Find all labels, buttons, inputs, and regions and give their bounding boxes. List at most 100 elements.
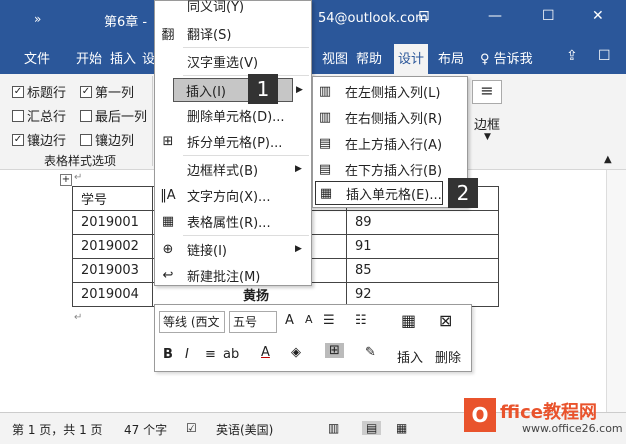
- vertical-scrollbar[interactable]: [606, 170, 626, 412]
- menu-item-text-direction[interactable]: ‖A 文字方向(X)...: [155, 183, 311, 207]
- paragraph-mark: ↵: [74, 312, 83, 323]
- menu-item-delete-cells[interactable]: 删除单元格(D)...: [155, 103, 311, 127]
- read-mode-icon[interactable]: ▥: [328, 421, 339, 435]
- option-first-column[interactable]: ✓ 第一列: [80, 82, 134, 101]
- share-icon[interactable]: ⇪: [566, 48, 578, 64]
- option-label: 最后一列: [95, 110, 148, 125]
- italic-button[interactable]: I: [185, 347, 189, 362]
- submenu-item-label: 在左侧插入列(L): [345, 85, 441, 101]
- bullets-icon[interactable]: ☰: [323, 313, 335, 328]
- shading-icon[interactable]: ◈: [291, 345, 301, 360]
- font-size-select[interactable]: 五号: [229, 311, 277, 333]
- document-title: 第6章 -: [104, 15, 148, 30]
- tab-help[interactable]: 帮助: [356, 48, 382, 67]
- delete-button[interactable]: 删除: [435, 347, 461, 366]
- submenu-arrow-icon: ▶: [295, 244, 302, 254]
- grow-font-button[interactable]: A: [285, 313, 294, 328]
- table-cell[interactable]: 2019003: [72, 258, 153, 283]
- table-cell[interactable]: 2019002: [72, 234, 153, 259]
- insert-cells-icon: ▦: [319, 185, 333, 201]
- minimize-button[interactable]: —: [488, 8, 502, 24]
- web-layout-icon[interactable]: ▦: [396, 421, 407, 435]
- submenu-insert-row-below[interactable]: ▤ 在下方插入行(B): [313, 157, 467, 181]
- insert-table-icon[interactable]: ▦: [401, 311, 416, 330]
- chevron-down-icon[interactable]: ▼: [484, 132, 491, 142]
- submenu-insert-column-left[interactable]: ▥ 在左侧插入列(L): [313, 79, 467, 103]
- tab-file[interactable]: 文件: [24, 48, 50, 67]
- watermark-url: www.office26.com: [522, 422, 623, 435]
- font-color-icon[interactable]: A: [261, 345, 270, 360]
- account-email[interactable]: 54@outlook.com: [318, 11, 428, 26]
- tab-table-design[interactable]: 设计: [394, 44, 429, 74]
- table-cell[interactable]: 2019004: [72, 282, 153, 307]
- delete-table-icon[interactable]: ⊠: [439, 311, 452, 330]
- insert-button[interactable]: 插入: [397, 347, 423, 366]
- ribbon-display-icon[interactable]: ⊡: [418, 8, 430, 24]
- menu-item-link[interactable]: ⊕ 链接(I) ▶: [155, 237, 311, 261]
- bold-button[interactable]: B: [163, 347, 173, 362]
- submenu-insert-column-right[interactable]: ▥ 在右侧插入列(R): [313, 105, 467, 129]
- menu-item-new-comment[interactable]: ↩ 新建批注(M): [155, 263, 311, 287]
- table-cell[interactable]: 92: [346, 282, 499, 307]
- submenu-item-label: 在下方插入行(B): [345, 163, 443, 179]
- table-cell[interactable]: 2019001: [72, 210, 153, 235]
- option-header-row[interactable]: ✓ 标题行: [12, 82, 66, 101]
- submenu-insert-cells[interactable]: ▦ 插入单元格(E)...: [315, 181, 443, 205]
- menu-item-table-properties[interactable]: ▦ 表格属性(R)...: [155, 209, 311, 233]
- table-cell[interactable]: 85: [346, 258, 499, 283]
- title-bar: » 第6章 - 54@outlook.com ⊡ — ☐ ✕: [0, 0, 626, 40]
- option-banded-columns[interactable]: 镶边列: [80, 130, 134, 149]
- tell-me-label: 告诉我: [493, 52, 533, 67]
- highlight-icon[interactable]: ab: [223, 347, 239, 362]
- group-label-table-style-options: 表格样式选项: [44, 154, 117, 168]
- checkbox-checked-icon: ✓: [12, 133, 24, 146]
- menu-item-border-styles[interactable]: 边框样式(B) ▶: [155, 157, 311, 181]
- format-painter-icon[interactable]: ✎: [365, 345, 376, 360]
- font-size-value: 五号: [233, 315, 258, 329]
- menu-separator: [183, 235, 309, 236]
- submenu-item-label: 插入单元格(E)...: [346, 187, 442, 203]
- word-count[interactable]: 47 个字: [124, 421, 167, 438]
- menu-item-reconversion[interactable]: 汉字重选(V): [155, 49, 311, 73]
- tab-layout[interactable]: 布局: [438, 48, 464, 67]
- collapse-ribbon-icon[interactable]: ▲: [604, 154, 612, 165]
- borders-button[interactable]: 边框: [474, 114, 500, 133]
- table-move-handle-icon[interactable]: +: [60, 174, 72, 186]
- menu-item-split-cells[interactable]: ⊞ 拆分单元格(P)...: [155, 129, 311, 153]
- close-button[interactable]: ✕: [592, 8, 604, 24]
- border-styles-icon[interactable]: ≡: [472, 80, 502, 104]
- table-cell[interactable]: 89: [346, 210, 499, 235]
- menu-item-translate[interactable]: 翻翻译(S): [155, 21, 311, 45]
- borders-icon[interactable]: ⊞: [325, 343, 344, 358]
- submenu-arrow-icon: ▶: [296, 85, 303, 95]
- option-label: 镶边行: [27, 134, 67, 149]
- align-button[interactable]: ≡: [205, 347, 216, 362]
- tell-me[interactable]: ♀ 告诉我: [480, 48, 533, 67]
- print-layout-icon[interactable]: ▤: [362, 421, 382, 435]
- insert-row-above-icon: ▤: [318, 135, 332, 151]
- page-count[interactable]: 第 1 页，共 1 页: [12, 421, 103, 438]
- option-total-row[interactable]: 汇总行: [12, 106, 66, 125]
- quick-access-more-icon[interactable]: »: [34, 12, 41, 26]
- maximize-button[interactable]: ☐: [542, 8, 555, 24]
- language[interactable]: 英语(美国): [216, 421, 273, 438]
- menu-item-label: 插入(I): [186, 84, 226, 100]
- comment-icon[interactable]: ☐: [598, 48, 611, 64]
- tab-insert[interactable]: 插入: [110, 48, 136, 67]
- table-cell[interactable]: 91: [346, 234, 499, 259]
- option-label: 第一列: [95, 86, 135, 101]
- tab-view[interactable]: 视图: [322, 48, 348, 67]
- table-cell[interactable]: 学号: [72, 186, 153, 211]
- option-last-column[interactable]: 最后一列: [80, 106, 147, 125]
- font-name-select[interactable]: 等线 (西文: [159, 311, 225, 333]
- shrink-font-button[interactable]: A: [305, 313, 313, 326]
- option-label: 标题行: [27, 86, 67, 101]
- checkbox-checked-icon: ✓: [80, 85, 92, 98]
- watermark: O ffice教程网 www.office26.com: [464, 388, 626, 444]
- option-banded-rows[interactable]: ✓ 镶边行: [12, 130, 66, 149]
- proofing-icon[interactable]: ☑: [186, 421, 197, 435]
- numbering-icon[interactable]: ☷: [355, 313, 367, 328]
- submenu-insert-row-above[interactable]: ▤ 在上方插入行(A): [313, 131, 467, 155]
- tab-home[interactable]: 开始: [76, 48, 102, 67]
- menu-item-synonyms[interactable]: 同义词(Y): [155, 0, 311, 17]
